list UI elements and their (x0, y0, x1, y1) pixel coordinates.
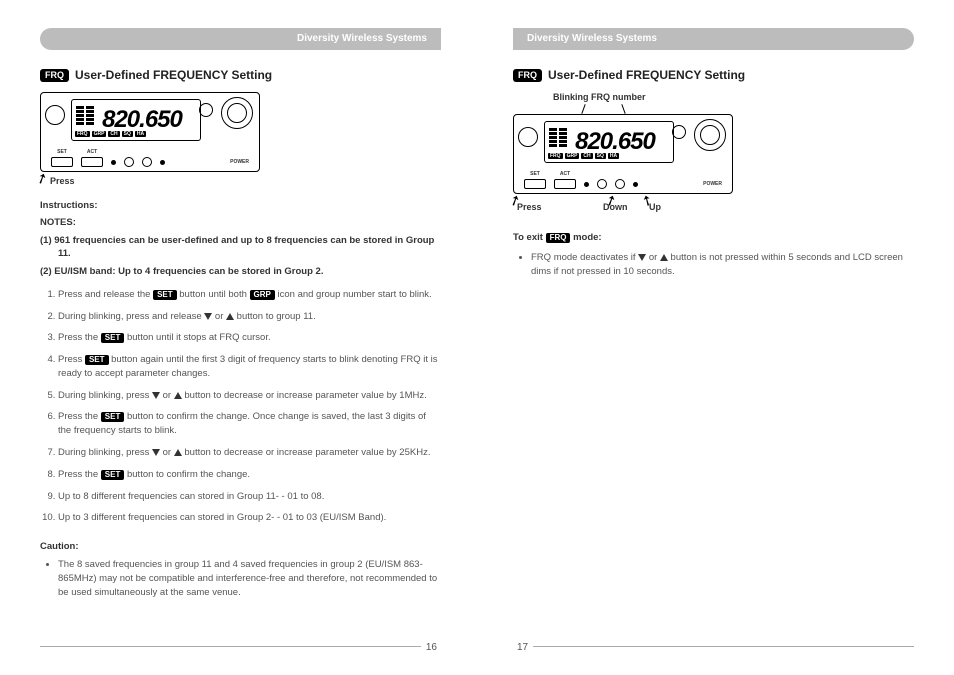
footer-rule (533, 646, 914, 647)
device-panel: 820.650 FRQGRPCHSQHA SET ACT POWER (513, 114, 733, 194)
led-icon (633, 182, 638, 187)
knob-small-icon (45, 105, 65, 125)
section-title-text: User-Defined FREQUENCY Setting (548, 68, 745, 82)
note-2: (2) EU/ISM band: Up to 4 frequencies can… (58, 265, 441, 278)
press-annotation: Press (517, 202, 542, 212)
act-button-icon: ACT (554, 179, 576, 189)
step-4: Press SET button again until the first 3… (58, 353, 441, 381)
up-triangle-icon (174, 392, 182, 399)
lcd-frequency: 820.650 (575, 128, 655, 156)
up-triangle-icon (174, 449, 182, 456)
knob-small-icon (518, 127, 538, 147)
instructions-heading: Instructions: (40, 200, 441, 211)
led-icon (160, 160, 165, 165)
power-label: POWER (703, 181, 722, 187)
up-triangle-icon (226, 313, 234, 320)
knob-medium-icon (672, 125, 686, 139)
knob-large-icon (221, 97, 253, 129)
page-16: Diversity Wireless Systems FRQ User-Defi… (0, 0, 477, 675)
lcd-icon-strip: FRQGRPCHSQHA (548, 153, 619, 159)
steps-list: Press and release the SET button until b… (58, 288, 441, 525)
frq-badge: FRQ (40, 69, 69, 82)
notes-heading: NOTES: (40, 217, 441, 228)
section-title: FRQ User-Defined FREQUENCY Setting (513, 68, 914, 82)
caution-heading: Caution: (40, 541, 441, 552)
section-title-text: User-Defined FREQUENCY Setting (75, 68, 272, 82)
set-badge: SET (101, 412, 125, 422)
device-button-row: SET ACT POWER (51, 157, 249, 167)
step-9: Up to 8 different frequencies can stored… (58, 490, 441, 504)
device-panel: 820.650 FRQGRPCHSQHA SET ACT POWER (40, 92, 260, 172)
step-2: During blinking, press and release or bu… (58, 310, 441, 324)
caution-item: The 8 saved frequencies in group 11 and … (58, 558, 441, 599)
instructions-block: Instructions: NOTES: (1) 961 frequencies… (40, 200, 441, 599)
set-button-icon: SET (51, 157, 73, 167)
step-3: Press the SET button until it stops at F… (58, 331, 441, 345)
up-annotation: Up (649, 202, 661, 212)
header-bar: Diversity Wireless Systems (513, 28, 914, 50)
led-icon (111, 160, 116, 165)
header-bar: Diversity Wireless Systems (40, 28, 441, 50)
step-5: During blinking, press or button to decr… (58, 389, 441, 403)
press-annotation: Press (50, 176, 441, 186)
frq-badge: FRQ (546, 233, 571, 243)
down-button-icon (597, 179, 607, 189)
led-icon (584, 182, 589, 187)
up-button-icon (615, 179, 625, 189)
act-button-icon: ACT (81, 157, 103, 167)
page-number: 17 (517, 642, 528, 653)
exit-list: FRQ mode deactivates if or button is not… (531, 251, 914, 279)
step-10: Up to 3 different frequencies can stored… (58, 511, 441, 525)
knob-large-icon (694, 119, 726, 151)
note-1: (1) 961 frequencies can be user-defined … (58, 234, 441, 261)
down-button-icon (124, 157, 134, 167)
set-badge: SET (101, 470, 125, 480)
device-figure: 820.650 FRQGRPCHSQHA SET ACT POWER ➚ ➚ ➚… (513, 114, 914, 214)
caution-list: The 8 saved frequencies in group 11 and … (58, 558, 441, 599)
step-7: During blinking, press or button to decr… (58, 446, 441, 460)
section-title: FRQ User-Defined FREQUENCY Setting (40, 68, 441, 82)
exit-heading: To exit FRQ mode: (513, 232, 914, 243)
up-button-icon (142, 157, 152, 167)
down-triangle-icon (638, 254, 646, 261)
frq-badge: FRQ (513, 69, 542, 82)
blinking-annotation: Blinking FRQ number (553, 92, 914, 102)
page-number: 16 (426, 642, 437, 653)
down-annotation: Down (603, 202, 628, 212)
set-button-icon: SET (524, 179, 546, 189)
device-button-row: SET ACT POWER (524, 179, 722, 189)
step-1: Press and release the SET button until b… (58, 288, 441, 302)
device-figure: 820.650 FRQGRPCHSQHA SET ACT POWER ➚ Pre… (40, 92, 441, 186)
set-badge: SET (85, 355, 109, 365)
step-8: Press the SET button to confirm the chan… (58, 468, 441, 482)
lcd-icon-strip: FRQGRPCHSQHA (75, 131, 146, 137)
page-17: Diversity Wireless Systems FRQ User-Defi… (477, 0, 954, 675)
set-badge: SET (153, 290, 177, 300)
down-triangle-icon (152, 392, 160, 399)
lcd-frequency: 820.650 (102, 106, 182, 134)
up-triangle-icon (660, 254, 668, 261)
step-6: Press the SET button to confirm the chan… (58, 410, 441, 438)
exit-bullet: FRQ mode deactivates if or button is not… (531, 251, 914, 279)
footer-rule (40, 646, 421, 647)
annotation-lines (513, 104, 914, 114)
down-triangle-icon (152, 449, 160, 456)
set-badge: SET (101, 333, 125, 343)
grp-badge: GRP (250, 290, 275, 300)
power-label: POWER (230, 159, 249, 165)
knob-medium-icon (199, 103, 213, 117)
